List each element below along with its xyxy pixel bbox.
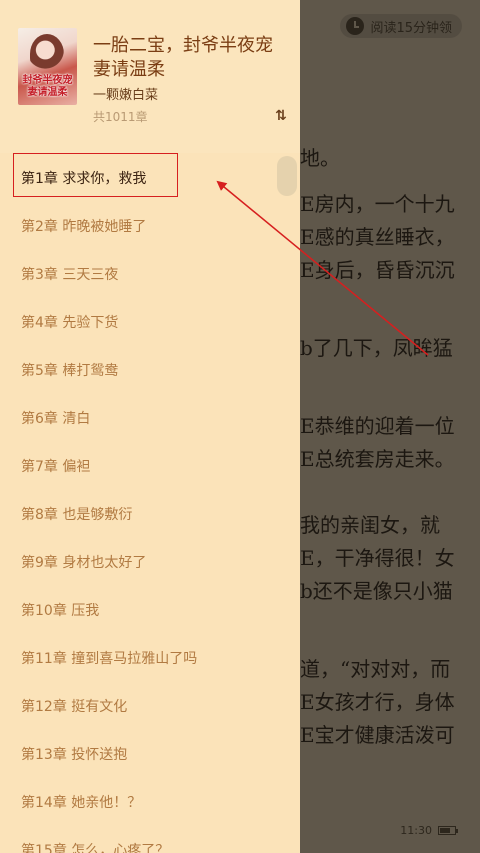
chapter-count: 共1011章 [93, 110, 148, 124]
table-of-contents-drawer: 封爷半夜宠妻请温柔 一胎二宝，封爷半夜宠妻请温柔 一颗嫩白菜 共1011章 ⇅ … [0, 0, 300, 853]
reader-line: 我的亲闺女，就 [300, 513, 440, 537]
chapter-item-current[interactable]: 第1章 求求你，救我 [0, 153, 300, 201]
reader-line: E身后，昏昏沉沉 [300, 258, 455, 282]
reader-status-bar: 11:30 [400, 824, 458, 837]
cover-illustration [30, 34, 64, 74]
reader-line: 地。 [300, 146, 340, 170]
clock-icon [346, 17, 365, 35]
reader-line: E总统套房走来。 [300, 447, 455, 471]
chapter-item[interactable]: 第5章 棒打鸳鸯 [0, 345, 300, 393]
reader-line: b了几下，凤眸猛 [300, 336, 453, 360]
chapter-list[interactable]: 第1章 求求你，救我 第2章 昨晚被她睡了 第3章 三天三夜 第4章 先验下货 … [0, 153, 300, 853]
reading-reward-label: 阅读15分钟领 [370, 20, 452, 36]
reader-line: E恭维的迎着一位 [300, 414, 455, 438]
chapter-title: 第4章 先验下货 [21, 315, 119, 331]
book-author[interactable]: 一颗嫩白菜 [93, 84, 158, 103]
reader-line: E宝才健康活泼可 [300, 723, 455, 747]
chapter-title: 第10章 压我 [21, 603, 100, 619]
chapter-item[interactable]: 第11章 撞到喜马拉雅山了吗 [0, 633, 300, 681]
reading-reward-badge[interactable]: 阅读15分钟领 [340, 14, 462, 38]
book-info-header: 封爷半夜宠妻请温柔 一胎二宝，封爷半夜宠妻请温柔 一颗嫩白菜 共1011章 ⇅ [0, 0, 300, 140]
chapter-item[interactable]: 第9章 身材也太好了 [0, 537, 300, 585]
chapter-item[interactable]: 第3章 三天三夜 [0, 249, 300, 297]
chapter-title: 第1章 求求你，救我 [21, 171, 147, 187]
book-cover[interactable]: 封爷半夜宠妻请温柔 [18, 28, 77, 105]
reader-line: b还不是像只小猫 [300, 579, 453, 603]
chapter-item[interactable]: 第12章 挺有文化 [0, 681, 300, 729]
chapter-title: 第12章 挺有文化 [21, 699, 128, 715]
book-title: 一胎二宝，封爷半夜宠妻请温柔 [93, 35, 273, 80]
scrollbar-thumb[interactable] [277, 156, 297, 196]
chapter-item[interactable]: 第4章 先验下货 [0, 297, 300, 345]
chapter-title: 第15章 怎么，心疼了？ [21, 843, 170, 853]
chapter-title: 第11章 撞到喜马拉雅山了吗 [21, 651, 198, 667]
chapter-item[interactable]: 第13章 投怀送抱 [0, 729, 300, 777]
chapter-title: 第9章 身材也太好了 [21, 555, 147, 571]
chapter-item[interactable]: 第10章 压我 [0, 585, 300, 633]
clock-time: 11:30 [400, 824, 432, 837]
cover-title: 封爷半夜宠妻请温柔 [22, 75, 73, 98]
chapter-title: 第6章 清白 [21, 411, 91, 427]
chapter-title: 第5章 棒打鸳鸯 [21, 363, 119, 379]
chapter-title: 第2章 昨晚被她睡了 [21, 219, 147, 235]
chapter-item[interactable]: 第2章 昨晚被她睡了 [0, 201, 300, 249]
chapter-title: 第7章 偏袒 [21, 459, 91, 475]
reader-line: E感的真丝睡衣， [300, 225, 455, 249]
chapter-item[interactable]: 第15章 怎么，心疼了？ [0, 825, 300, 853]
reader-line: E女孩才行，身体 [300, 690, 455, 714]
chapter-item[interactable]: 第14章 她亲他！？ [0, 777, 300, 825]
chapter-item[interactable]: 第7章 偏袒 [0, 441, 300, 489]
reader-line: 道，“对对对，而 [300, 657, 451, 681]
chapter-title: 第14章 她亲他！？ [21, 795, 142, 811]
battery-icon [438, 826, 458, 835]
chapter-item[interactable]: 第6章 清白 [0, 393, 300, 441]
chapter-item[interactable]: 第8章 也是够敷衍 [0, 489, 300, 537]
chapter-title: 第3章 三天三夜 [21, 267, 119, 283]
sort-order-icon[interactable]: ⇅ [270, 106, 290, 126]
chapter-title: 第13章 投怀送抱 [21, 747, 128, 763]
chapter-title: 第8章 也是够敷衍 [21, 507, 133, 523]
reader-line: E房内，一个十九 [300, 192, 455, 216]
reader-line: E，干净得很！女 [300, 546, 455, 570]
